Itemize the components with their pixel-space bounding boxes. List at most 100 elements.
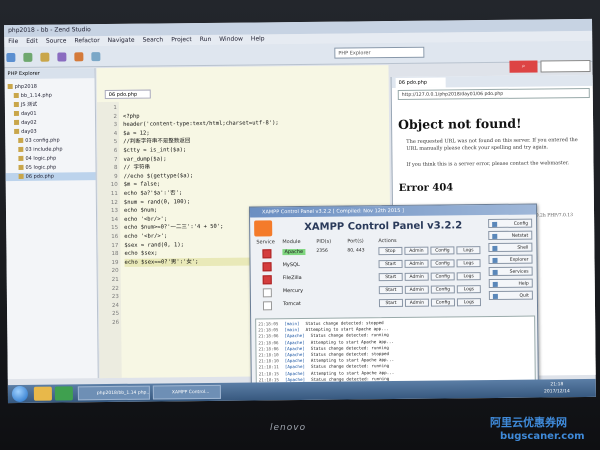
tree-item[interactable]: 05 logic.php [5,163,95,172]
run-icon[interactable] [57,52,67,62]
open-folder-icon[interactable] [40,52,50,62]
tree-item[interactable]: day01 [5,109,95,118]
module-admin-button[interactable]: Admin [404,259,429,268]
service-checkbox[interactable] [262,288,272,298]
module-logs-button[interactable]: Logs [456,246,481,255]
tree-item[interactable]: 03 include.php [5,145,95,154]
menu-item[interactable]: Edit [26,38,38,45]
module-logs-button[interactable]: Logs [456,272,481,281]
tree-item[interactable]: bb_1.14.php [5,91,95,100]
log-module: [Apache] [284,358,305,364]
search-icon[interactable] [91,52,101,62]
side-button[interactable]: Netstat [488,230,533,241]
menu-item[interactable]: Run [200,36,212,43]
service-checkbox[interactable] [262,275,272,285]
service-checkbox[interactable] [262,262,272,272]
code-line[interactable]: $a = 12; [123,129,150,138]
code-line[interactable]: $sex = rand(0, 1); [124,241,184,250]
quick-access-input[interactable]: PHP Explorer [334,46,425,59]
log-time: 21:18:10 [258,352,279,358]
module-config-button[interactable]: Config [430,298,456,307]
module-logs-button[interactable]: Logs [456,285,481,294]
tree-item[interactable]: day02 [5,118,95,127]
watermark-line-2: bugscaner.com [500,431,585,442]
tree-item[interactable]: 04 logic.php [5,154,95,163]
side-button-icon [492,269,498,275]
service-checkbox[interactable] [262,301,273,311]
debug-icon[interactable] [74,52,84,62]
php-explorer-panel: PHP Explorer php2018 bb_1.14.php JS 测试 day0… [4,68,99,380]
menu-item[interactable]: File [8,38,18,45]
menu-item[interactable]: Source [46,37,67,44]
tree-item[interactable]: JS 测试 [5,100,95,109]
search-button[interactable]: ⌕ [509,60,538,73]
log-module: [Apache] [284,370,306,376]
module-start-button[interactable]: Start [378,272,403,282]
module-admin-button[interactable]: Admin [404,298,430,307]
side-button[interactable]: Quit [488,290,533,301]
start-button[interactable] [11,385,28,403]
tree-item-label: 05 logic.php [25,164,57,171]
module-config-button[interactable]: Config [430,259,455,268]
system-clock[interactable]: 21:18 2017/12/14 [544,381,570,395]
menu-item[interactable]: Search [143,36,164,43]
code-line[interactable]: // 字符串 [123,164,150,173]
browser-tab[interactable]: 06 pdo.php [395,77,446,88]
module-start-button[interactable]: Start [378,298,404,308]
editor-tab[interactable]: 06 pdo.php [104,89,151,100]
line-number: 13 [110,208,119,215]
col-actions: Actions [378,237,397,245]
menu-item[interactable]: Window [219,36,243,43]
module-admin-button[interactable]: Admin [404,272,429,281]
browser-search-input[interactable] [540,59,591,73]
side-button[interactable]: Shell [488,242,533,253]
side-button[interactable]: Config [488,218,533,229]
log-module: [main] [284,327,300,333]
task-xampp[interactable]: XAMPP Control... [152,384,221,400]
save-icon[interactable] [23,52,33,62]
code-line[interactable]: <?php [123,112,140,121]
code-line[interactable]: header('content-type:text/html;charset=u… [123,119,279,129]
chrome-icon[interactable] [54,386,73,401]
code-line[interactable]: $ctty = is_int($a); [123,146,186,155]
code-line[interactable]: echo $num; [124,207,157,216]
new-file-icon[interactable] [6,52,16,63]
url-bar[interactable]: http://127.0.0.1/php2018/day01/06 pdo.ph… [397,87,590,100]
menu-item[interactable]: Refactor [74,37,99,44]
service-checkbox[interactable] [262,249,272,259]
tree-item-label: 06 pdo.php [25,173,55,180]
module-logs-button[interactable]: Logs [456,298,482,307]
tree-item[interactable]: day03 [5,127,95,136]
explorer-icon[interactable] [33,386,52,401]
module-start-button[interactable]: Start [378,259,403,269]
line-number: 1 [113,104,117,111]
module-stop-button[interactable]: Stop [378,246,403,256]
code-line[interactable]: var_dump($a); [123,155,166,164]
browser-tab-bar: 06 pdo.php [391,74,594,89]
module-admin-button[interactable]: Admin [404,246,429,255]
side-button-label: Help [518,281,529,287]
menu-item[interactable]: Project [171,36,192,43]
module-logs-button[interactable]: Logs [456,259,481,268]
code-line[interactable]: $m = false; [124,181,161,190]
code-line[interactable]: echo $sex; [124,250,157,259]
module-pid: 2356 [316,248,328,254]
code-line[interactable]: echo $num>=0?'一二三':'4 + 50'; [124,223,223,233]
module-start-button[interactable]: Start [378,285,403,295]
module-admin-button[interactable]: Admin [404,285,429,294]
menu-item[interactable]: Navigate [108,37,135,44]
tree-item[interactable]: 03 config.php [5,136,95,145]
side-button[interactable]: Services [488,266,533,277]
module-config-button[interactable]: Config [430,272,455,281]
module-config-button[interactable]: Config [430,246,455,255]
tree-item[interactable]: 06 pdo.php [5,172,96,182]
module-config-button[interactable]: Config [430,285,455,294]
tree-item[interactable]: php2018 [5,82,95,91]
menu-item[interactable]: Help [251,35,265,42]
code-line[interactable]: $num = rand(0, 100); [124,198,190,207]
log-console[interactable]: 21:18:05 [main] Status change detected: st… [255,315,536,387]
task-ide[interactable]: php2018/bb_1.14 php... [77,385,150,401]
code-line[interactable]: //echo $(gettype($a); [124,172,194,181]
side-button[interactable]: Explorer [488,254,533,265]
side-button[interactable]: Help [488,278,533,289]
